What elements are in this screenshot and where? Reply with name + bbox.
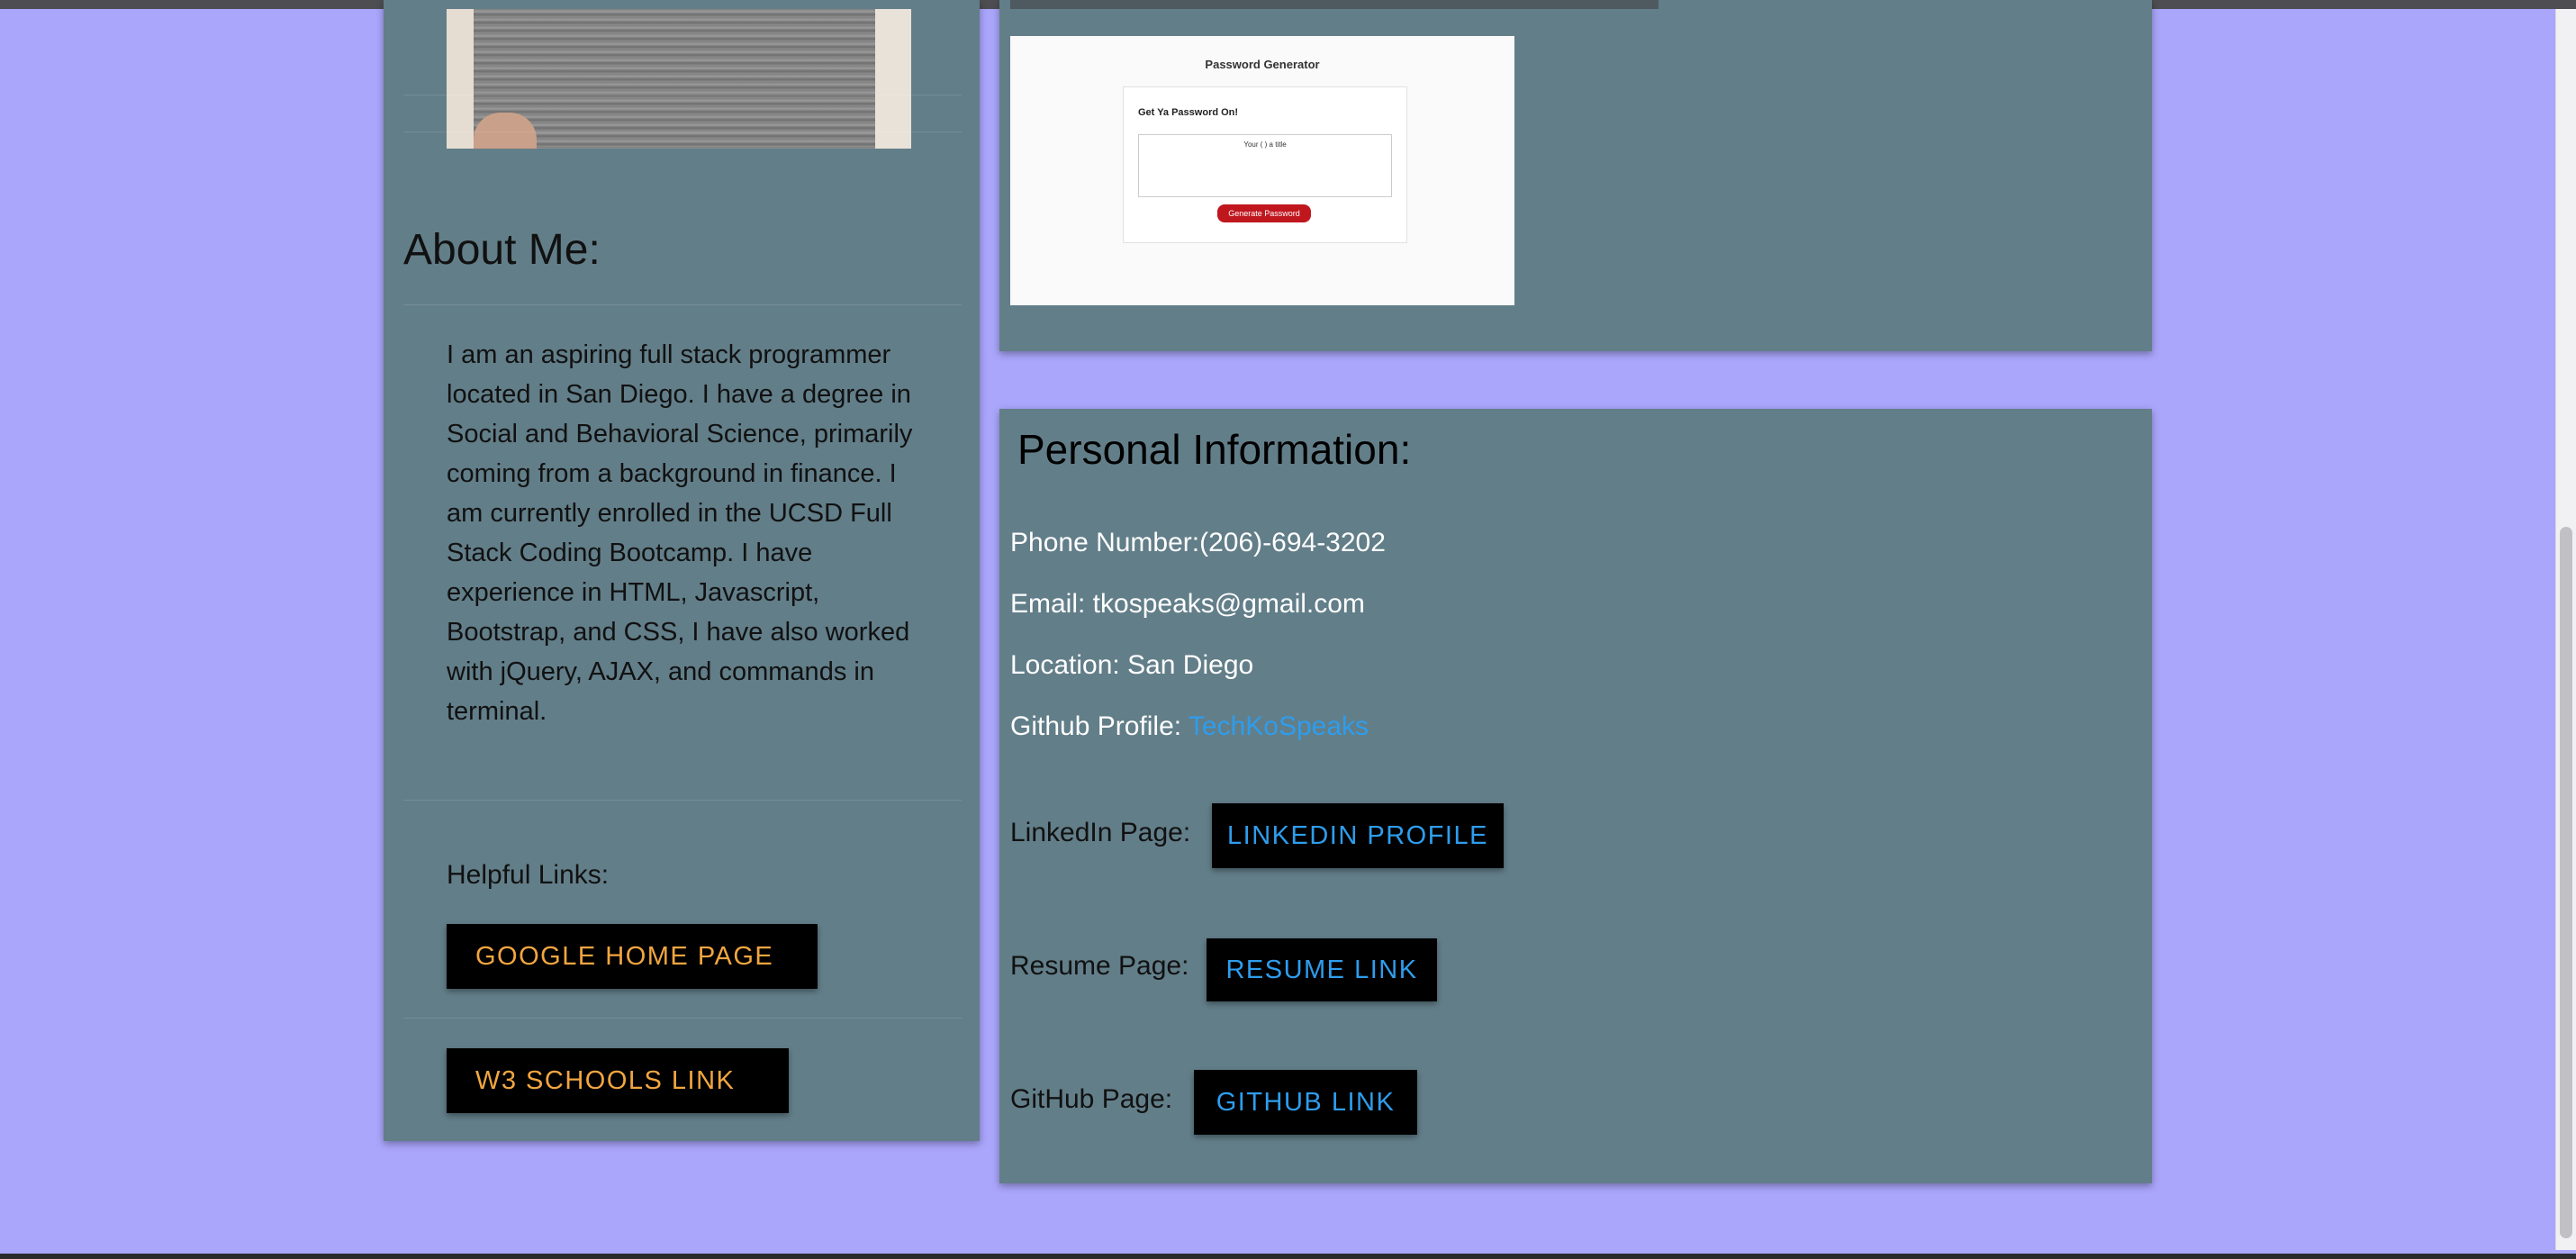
divider [403, 131, 962, 132]
divider [403, 800, 962, 801]
divider [403, 304, 962, 305]
screenshot-placeholder: Your ( ) a title [1243, 140, 1287, 149]
resume-label: Resume Page: [1010, 951, 1189, 981]
screenshot-title: Password Generator [1205, 58, 1320, 71]
helpful-links-label: Helpful Links: [447, 860, 610, 890]
github-profile-label: Github Profile: [1010, 711, 1189, 741]
project-card-edge [1010, 0, 1659, 9]
screenshot-subtitle: Get Ya Password On! [1138, 107, 1239, 118]
location: Location: San Diego [1010, 650, 1254, 680]
github-link-button[interactable]: GITHUB LINK [1194, 1070, 1417, 1135]
project-panel: Password Generator Get Ya Password On! Y… [999, 0, 2152, 351]
w3-schools-link-button[interactable]: W3 SCHOOLS LINK [447, 1048, 789, 1113]
about-panel: About Me: I am an aspiring full stack pr… [384, 0, 980, 1141]
personal-info-panel: Personal Information: Phone Number:(206)… [999, 409, 2152, 1183]
password-generator-screenshot[interactable]: Password Generator Get Ya Password On! Y… [1010, 36, 1514, 305]
github-page-label: GitHub Page: [1010, 1084, 1173, 1114]
profile-photo [447, 9, 911, 149]
personal-info-title: Personal Information: [1017, 426, 1412, 473]
github-profile: Github Profile: TechKoSpeaks [1010, 711, 1369, 742]
browser-bottom-edge [0, 1254, 2576, 1259]
screenshot-card: Get Ya Password On! Your ( ) a title Gen… [1123, 86, 1407, 243]
about-title: About Me: [403, 226, 601, 274]
about-text: I am an aspiring full stack programmer l… [447, 340, 913, 726]
divider [403, 1018, 962, 1019]
google-home-page-button[interactable]: GOOGLE HOME PAGE [447, 924, 818, 989]
linkedin-profile-button[interactable]: LINKEDIN PROFILE [1212, 803, 1504, 868]
github-profile-link[interactable]: TechKoSpeaks [1189, 711, 1369, 741]
scrollbar-thumb[interactable] [2560, 527, 2572, 1238]
email: Email: tkospeaks@gmail.com [1010, 589, 1365, 619]
resume-link-button[interactable]: RESUME LINK [1207, 938, 1437, 1001]
screenshot-generate-button: Generate Password [1217, 204, 1311, 222]
screenshot-textbox: Your ( ) a title [1138, 134, 1392, 197]
phone-number: Phone Number:(206)-694-3202 [1010, 528, 1386, 557]
linkedin-label: LinkedIn Page: [1010, 818, 1191, 847]
